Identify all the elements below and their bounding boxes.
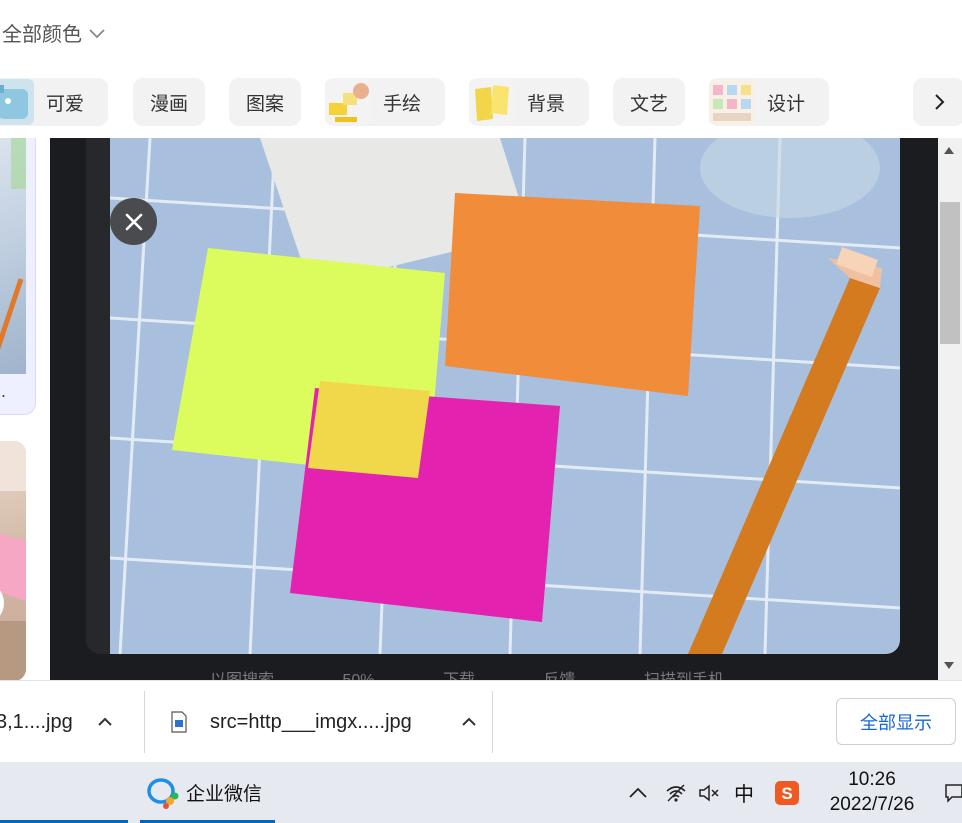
clock-time: 10:26 [848,769,896,790]
scroll-down-arrow-icon[interactable] [942,658,956,672]
system-clock[interactable]: 10:26 2022/7/26 [822,768,922,818]
scroll-up-arrow-icon[interactable] [942,144,956,158]
image-frame [86,138,900,654]
close-viewer-button[interactable] [110,198,157,245]
notification-button[interactable] [942,762,962,823]
color-filter-dropdown[interactable]: 全部颜色 [2,18,106,47]
taskbar-app-label: 企业微信 [186,784,263,805]
thumbnail-column: . [0,138,50,680]
tag-label: 设计 [767,93,806,115]
ime-mode-indicator[interactable]: 中 [730,762,758,823]
download-item[interactable]: 3,1....jpg [0,681,144,763]
tag-pattern[interactable]: 图案 [229,78,301,126]
tag-label: 手绘 [383,93,422,115]
thumbnail-card[interactable]: . [0,138,36,415]
chevron-up-icon [629,787,647,798]
tag-label: 可爱 [46,93,85,115]
browser-window: 全部颜色 可爱 漫画 图案 手绘 背景 文艺 设计 . 以图搜索 50% 下载 … [0,0,962,823]
close-icon [125,213,142,230]
thumbnail-card[interactable] [0,441,26,680]
volume-button[interactable] [696,762,724,823]
download-item[interactable]: src=http___imgx.....jpg [170,681,492,763]
ellipsis-icon: . [1,381,7,401]
thumbnail-image [0,441,26,680]
download-filename: src=http___imgx.....jpg [210,710,412,733]
tray-overflow-button[interactable] [624,762,652,823]
wecom-icon [147,777,179,809]
color-filter-label: 全部颜色 [2,24,82,46]
tag-literary[interactable]: 文艺 [613,78,685,126]
notification-icon [945,783,962,803]
wifi-icon [666,784,686,802]
download-filename: 3,1....jpg [0,710,73,733]
tag-background[interactable]: 背景 [469,78,589,126]
tag-thumbnail [0,79,34,125]
taskbar: 企业微信 中 S 10:26 2022/7/26 [0,762,962,823]
page-scrollbar[interactable] [938,138,962,680]
tag-cute[interactable]: 可爱 [0,78,108,126]
chevron-up-icon[interactable] [460,713,478,731]
volume-muted-icon [699,783,719,802]
download-bar: 3,1....jpg src=http___imgx.....jpg 全部显示 [0,680,962,762]
chevron-up-icon[interactable] [96,713,114,731]
divider [144,691,145,753]
category-tags: 可爱 漫画 图案 手绘 背景 文艺 设计 [0,78,962,126]
divider [492,691,493,753]
tag-thumbnail [325,79,371,125]
sogou-ime-button[interactable]: S [772,762,802,823]
tag-design[interactable]: 设计 [709,78,829,126]
chevron-down-icon [89,28,105,38]
tag-label: 背景 [527,93,566,115]
preview-photo [110,138,900,654]
thumbnail-image [0,138,26,374]
tag-thumbnail [469,79,515,125]
filter-header: 全部颜色 可爱 漫画 图案 手绘 背景 文艺 设计 [0,0,962,140]
tags-next-button[interactable] [913,78,962,126]
taskbar-app-wecom[interactable]: 企业微信 [140,762,275,823]
tag-comic[interactable]: 漫画 [133,78,205,126]
image-viewer: 以图搜索 50% 下载 反馈 扫描到手机 [50,138,938,682]
show-all-downloads-button[interactable]: 全部显示 [836,698,956,745]
wifi-status-button[interactable] [662,762,690,823]
image-file-icon [171,711,187,733]
clock-date: 2022/7/26 [829,794,915,815]
scrollbar-thumb[interactable] [940,202,960,344]
svg-text:S: S [781,784,792,803]
tag-label: 文艺 [629,93,668,115]
tag-label: 图案 [245,93,284,115]
tag-label: 漫画 [149,93,188,115]
sogou-icon: S [775,780,799,805]
tag-thumbnail [709,79,755,125]
chevron-right-icon [935,94,945,110]
tag-handdrawn[interactable]: 手绘 [325,78,445,126]
